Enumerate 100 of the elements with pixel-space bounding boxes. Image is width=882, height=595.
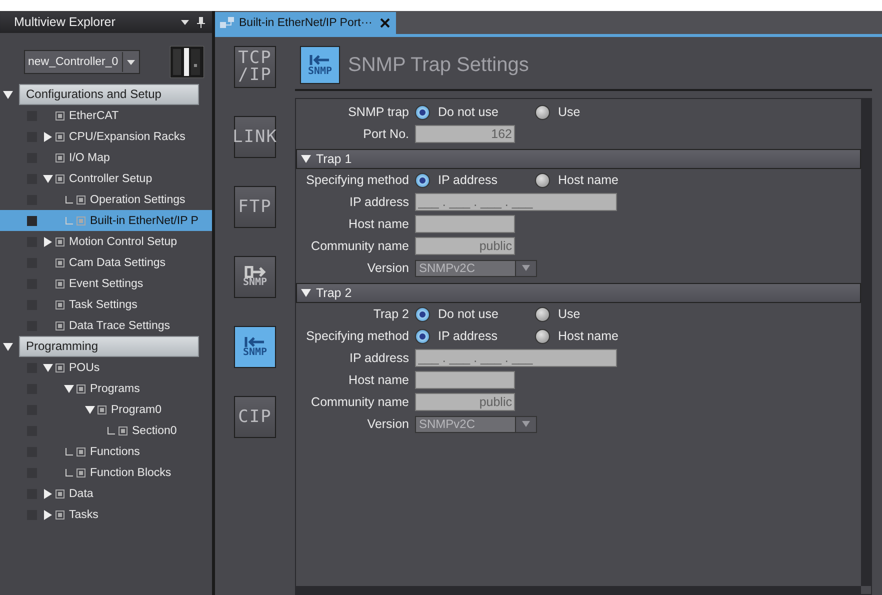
node-icon	[55, 278, 65, 288]
node-icon	[97, 404, 107, 414]
dropdown-icon[interactable]	[180, 17, 190, 27]
section-header[interactable]: Trap 2	[296, 283, 861, 303]
scrollbar[interactable]	[861, 99, 871, 586]
expand-arrow-icon[interactable]	[301, 288, 311, 298]
option-label: Do not use	[438, 105, 498, 119]
close-icon[interactable]	[380, 18, 390, 28]
connector-icon	[64, 446, 74, 456]
caret-icon	[521, 264, 531, 272]
field-label: SNMP trap	[347, 105, 410, 119]
node-icon	[55, 510, 65, 520]
tree-item[interactable]: Program0	[0, 399, 212, 420]
field-label: Specifying method	[305, 173, 410, 187]
expand-arrow-icon[interactable]	[43, 174, 53, 184]
radio-button[interactable]	[535, 328, 550, 344]
category-button[interactable]: CIP	[234, 396, 276, 438]
tree-item[interactable]: I/O Map	[0, 147, 212, 168]
expand-arrow-icon[interactable]	[43, 132, 53, 142]
field-label: Host name	[348, 373, 410, 387]
snmp-icon: SNMP	[300, 46, 340, 84]
node-icon	[55, 110, 65, 120]
tree-item[interactable]: Functions	[0, 441, 212, 462]
node-icon	[55, 362, 65, 372]
field-label: Specifying method	[305, 329, 410, 343]
node-icon	[76, 216, 86, 226]
node-icon	[76, 194, 86, 204]
radio-button[interactable]	[415, 172, 430, 188]
field-label: Version	[366, 417, 410, 431]
node-icon	[55, 132, 65, 142]
expand-arrow-icon[interactable]	[43, 362, 53, 372]
option-label: Do not use	[438, 307, 498, 321]
node-icon	[55, 258, 65, 268]
tree-item[interactable]: CPU/Expansion Racks	[0, 126, 212, 147]
expand-arrow-icon[interactable]	[85, 404, 95, 414]
category-button[interactable]: SNMP	[234, 326, 276, 368]
option-label: IP address	[438, 329, 498, 343]
option-label: IP address	[438, 173, 498, 187]
tree-item[interactable]: Cam Data Settings	[0, 252, 212, 273]
tree-item[interactable]: Tasks	[0, 504, 212, 525]
tree-item[interactable]: Data	[0, 483, 212, 504]
section-title: Trap 2	[316, 286, 352, 300]
expand-arrow-icon[interactable]	[3, 342, 13, 352]
radio-button[interactable]	[415, 306, 430, 322]
panel-title: Multiview Explorer	[14, 15, 116, 29]
tree-item[interactable]: POUs	[0, 357, 212, 378]
radio-button[interactable]	[415, 104, 430, 120]
field-label: Port No.	[362, 127, 410, 141]
category-button[interactable]: LINK	[234, 116, 276, 158]
category-button[interactable]: TCP /IP	[234, 46, 276, 88]
connector-icon	[64, 216, 74, 226]
tree-section-header[interactable]: Programming	[19, 336, 199, 357]
field-label: Version	[366, 261, 410, 275]
tree-item[interactable]: Programs	[0, 378, 212, 399]
expand-arrow-icon[interactable]	[3, 90, 13, 100]
node-icon	[55, 300, 65, 310]
tree-item[interactable]: Controller Setup	[0, 168, 212, 189]
tree-item[interactable]: Motion Control Setup	[0, 231, 212, 252]
tree-item[interactable]: Function Blocks	[0, 462, 212, 483]
radio-button[interactable]	[535, 172, 550, 188]
tree-item[interactable]: EtherCAT	[0, 105, 212, 126]
section-title: Trap 1	[316, 152, 352, 166]
node-icon	[55, 320, 65, 330]
pin-icon[interactable]	[196, 16, 206, 28]
controller-dropdown[interactable]: new_Controller_0	[24, 50, 140, 74]
radio-button[interactable]	[535, 104, 550, 120]
field-label: Trap 2	[372, 307, 410, 321]
field-label: Host name	[348, 217, 410, 231]
option-label: Host name	[558, 329, 618, 343]
node-icon	[76, 384, 86, 394]
status-square	[27, 216, 37, 226]
caret-icon	[521, 420, 531, 428]
connector-icon	[106, 426, 116, 436]
option-label: Use	[558, 105, 580, 119]
expand-arrow-icon[interactable]	[43, 236, 53, 246]
editor-tab[interactable]: Built-in EtherNet/IP Port···	[215, 12, 396, 34]
radio-button[interactable]	[415, 328, 430, 344]
connector-icon	[64, 468, 74, 478]
tree-item[interactable]: Section0	[0, 420, 212, 441]
node-icon	[55, 236, 65, 246]
node-icon	[55, 174, 65, 184]
scrollbar[interactable]	[296, 586, 861, 594]
expand-arrow-icon[interactable]	[301, 154, 311, 164]
field-label: IP address	[348, 195, 410, 209]
tree-item[interactable]: Operation Settings	[0, 189, 212, 210]
tree-item[interactable]: Data Trace Settings	[0, 315, 212, 336]
tree-item[interactable]: Event Settings	[0, 273, 212, 294]
tree-section-header[interactable]: Configurations and Setup	[19, 84, 199, 105]
tree-item[interactable]: Built-in EtherNet/IP P	[0, 210, 212, 231]
category-button[interactable]: FTP	[234, 186, 276, 228]
category-button[interactable]: SNMP	[234, 256, 276, 298]
arrow-icon	[244, 336, 266, 348]
radio-button[interactable]	[535, 306, 550, 322]
field-label: Community name	[310, 239, 410, 253]
expand-arrow-icon[interactable]	[43, 488, 53, 498]
tree-item[interactable]: Task Settings	[0, 294, 212, 315]
expand-arrow-icon[interactable]	[43, 510, 53, 520]
section-header[interactable]: Trap 1	[296, 149, 861, 169]
network-icon	[219, 16, 235, 30]
expand-arrow-icon[interactable]	[64, 384, 74, 394]
